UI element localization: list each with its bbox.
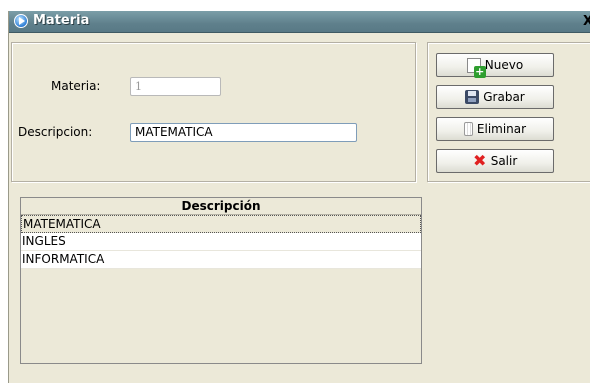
nuevo-button[interactable]: Nuevo	[436, 53, 554, 78]
trash-icon	[463, 122, 473, 136]
exit-x-icon: ✖	[473, 151, 487, 170]
eliminar-button[interactable]: Eliminar	[436, 117, 554, 141]
title-bar[interactable]: Materia X	[9, 11, 590, 33]
actions-panel: Nuevo Grabar Eliminar ✖ Salir	[427, 42, 590, 182]
new-document-icon	[466, 57, 486, 78]
materia-field: 1	[130, 77, 221, 96]
materias-table: Descripción MATEMATICA INGLES INFORMATIC…	[20, 197, 422, 364]
nuevo-label: Nuevo	[484, 58, 524, 72]
save-icon	[465, 90, 480, 104]
descripcion-label: Descripcion:	[18, 125, 93, 139]
grabar-button[interactable]: Grabar	[436, 85, 554, 109]
materia-label: Materia:	[51, 79, 101, 93]
salir-button[interactable]: ✖ Salir	[436, 149, 554, 173]
table-row[interactable]: INGLES	[21, 233, 421, 251]
close-button[interactable]: X	[583, 14, 590, 29]
app-icon	[14, 14, 28, 28]
column-header-descripcion[interactable]: Descripción	[21, 198, 421, 215]
eliminar-label: Eliminar	[476, 122, 527, 136]
table-row[interactable]: INFORMATICA	[21, 251, 421, 269]
materia-window: Materia X Materia: 1 Descripcion: MATEMA…	[8, 11, 590, 383]
window-title: Materia	[33, 13, 90, 28]
descripcion-field[interactable]: MATEMATICA	[130, 123, 357, 142]
form-panel: Materia: 1 Descripcion: MATEMATICA	[11, 42, 416, 182]
table-row[interactable]: MATEMATICA	[21, 215, 421, 233]
grabar-label: Grabar	[483, 90, 525, 104]
salir-label: Salir	[490, 154, 518, 168]
